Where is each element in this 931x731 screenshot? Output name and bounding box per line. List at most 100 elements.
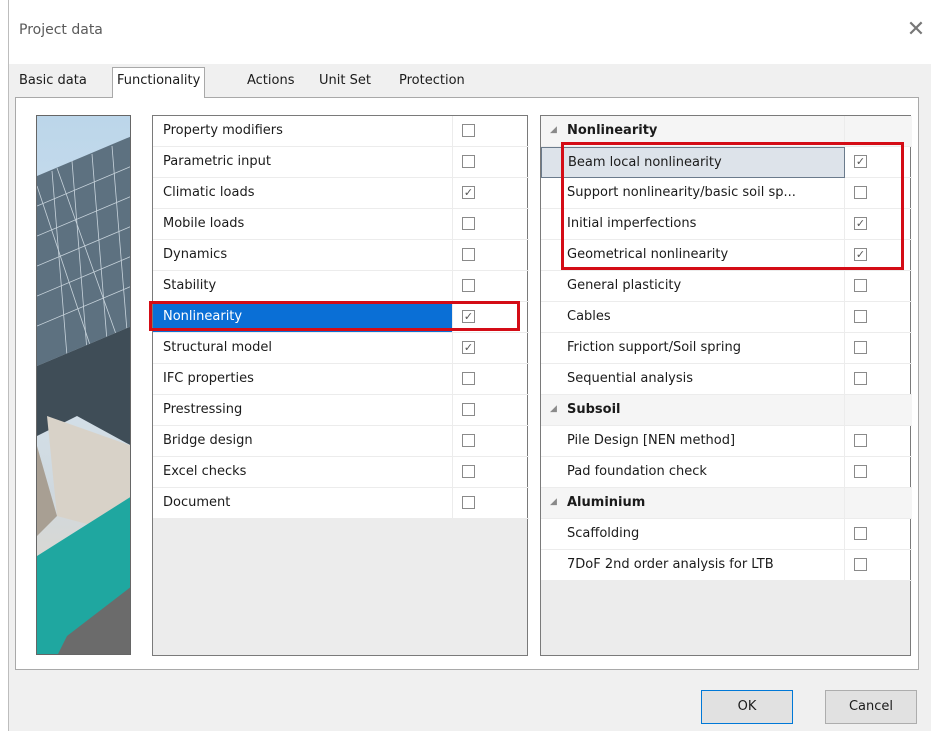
checkbox-cell <box>845 426 912 457</box>
checkbox[interactable]: ✓ <box>854 248 867 261</box>
group-header[interactable]: Subsoil ◢ <box>541 395 912 426</box>
checkbox-cell <box>453 271 529 302</box>
title-bar: Project data ✕ <box>9 0 931 64</box>
list-item[interactable]: Bridge design <box>153 426 529 457</box>
checkbox-cell <box>453 364 529 395</box>
checkbox-cell: ✓ <box>845 147 912 178</box>
project-data-dialog: Project data ✕ Basic data Functionality … <box>8 0 931 731</box>
collapse-caret-icon[interactable]: ◢ <box>550 404 557 414</box>
tab-protection[interactable]: Protection <box>395 68 469 96</box>
close-icon[interactable]: ✕ <box>902 16 930 44</box>
item-label: Sequential analysis <box>541 364 845 395</box>
item-label: Initial imperfections <box>541 209 845 240</box>
checkbox[interactable] <box>854 465 867 478</box>
list-item[interactable]: Document <box>153 488 529 519</box>
checkbox[interactable] <box>854 310 867 323</box>
tab-basic-data[interactable]: Basic data <box>15 68 91 96</box>
tab-functionality[interactable]: Functionality <box>112 67 206 98</box>
checkbox[interactable]: ✓ <box>462 341 475 354</box>
checkbox[interactable] <box>854 279 867 292</box>
list-item[interactable]: Nonlinearity ✓ <box>153 302 529 333</box>
list-item[interactable]: Stability <box>153 271 529 302</box>
checkbox-cell <box>453 147 529 178</box>
checkbox[interactable] <box>854 341 867 354</box>
item-label: Nonlinearity <box>153 302 453 333</box>
item-label: Stability <box>153 271 453 302</box>
list-item[interactable]: Mobile loads <box>153 209 529 240</box>
functionality-tab-page: Property modifiers Parametric input Climat… <box>15 97 919 670</box>
collapse-caret-icon[interactable]: ◢ <box>550 497 557 507</box>
tab-unit-set[interactable]: Unit Set <box>315 68 375 96</box>
item-label: General plasticity <box>541 271 845 302</box>
checkbox-cell <box>845 302 912 333</box>
list-item[interactable]: Sequential analysis <box>541 364 912 395</box>
checkbox[interactable] <box>854 434 867 447</box>
list-item[interactable]: Parametric input <box>153 147 529 178</box>
item-label: Pile Design [NEN method] <box>541 426 845 457</box>
checkbox[interactable] <box>462 465 475 478</box>
group-header[interactable]: Nonlinearity ◢ <box>541 116 912 147</box>
list-item[interactable]: Structural model ✓ <box>153 333 529 364</box>
list-item[interactable]: Geometrical nonlinearity ✓ <box>541 240 912 271</box>
item-label: Pad foundation check <box>541 457 845 488</box>
checkbox-cell: ✓ <box>845 209 912 240</box>
checkbox-cell <box>453 426 529 457</box>
list-item[interactable]: Friction support/Soil spring <box>541 333 912 364</box>
checkbox-cell <box>453 488 529 519</box>
checkbox[interactable] <box>462 279 475 292</box>
checkbox[interactable] <box>462 372 475 385</box>
checkbox[interactable]: ✓ <box>854 217 867 230</box>
list-item[interactable]: Support nonlinearity/basic soil sp... <box>541 178 912 209</box>
list-item[interactable]: Property modifiers <box>153 116 529 147</box>
group-header[interactable]: Aluminium ◢ <box>541 488 912 519</box>
checkbox-cell <box>845 116 912 147</box>
checkbox[interactable]: ✓ <box>462 310 475 323</box>
list-item[interactable]: Excel checks <box>153 457 529 488</box>
checkbox-cell <box>453 209 529 240</box>
list-empty-area <box>153 519 527 655</box>
ok-button[interactable]: OK <box>701 690 793 724</box>
collapse-caret-icon[interactable]: ◢ <box>550 125 557 135</box>
checkbox[interactable] <box>462 248 475 261</box>
list-item[interactable]: Pile Design [NEN method] <box>541 426 912 457</box>
item-label: Property modifiers <box>153 116 453 147</box>
list-item[interactable]: Dynamics <box>153 240 529 271</box>
checkbox[interactable] <box>462 434 475 447</box>
checkbox[interactable] <box>462 496 475 509</box>
list-item[interactable]: Cables <box>541 302 912 333</box>
checkbox[interactable]: ✓ <box>462 186 475 199</box>
checkbox[interactable] <box>854 558 867 571</box>
checkbox-cell <box>845 519 912 550</box>
list-item[interactable]: Pad foundation check <box>541 457 912 488</box>
list-item[interactable]: 7DoF 2nd order analysis for LTB <box>541 550 912 581</box>
item-label: Beam local nonlinearity <box>541 147 845 178</box>
checkbox[interactable] <box>854 186 867 199</box>
checkbox[interactable] <box>462 403 475 416</box>
checkbox[interactable] <box>462 155 475 168</box>
checkbox[interactable] <box>462 124 475 137</box>
checkbox-cell <box>845 395 912 426</box>
list-item[interactable]: Scaffolding <box>541 519 912 550</box>
list-item[interactable]: General plasticity <box>541 271 912 302</box>
list-item[interactable]: Beam local nonlinearity ✓ <box>541 147 912 178</box>
checkbox[interactable]: ✓ <box>854 155 867 168</box>
item-label: Prestressing <box>153 395 453 426</box>
list-item[interactable]: Initial imperfections ✓ <box>541 209 912 240</box>
tab-actions[interactable]: Actions <box>243 68 299 96</box>
functionality-list: Property modifiers Parametric input Climat… <box>152 115 529 656</box>
item-label: Bridge design <box>153 426 453 457</box>
nonlinearity-options-list: Nonlinearity ◢ Beam local nonlinearity ✓ Sup… <box>540 115 912 656</box>
item-label: Excel checks <box>153 457 453 488</box>
list-item[interactable]: Climatic loads ✓ <box>153 178 529 209</box>
list-item[interactable]: Prestressing <box>153 395 529 426</box>
cancel-button[interactable]: Cancel <box>825 690 917 724</box>
checkbox[interactable] <box>854 527 867 540</box>
checkbox-cell: ✓ <box>453 302 529 333</box>
dialog-title: Project data <box>19 22 103 38</box>
item-label: Structural model <box>153 333 453 364</box>
item-label: Climatic loads <box>153 178 453 209</box>
checkbox[interactable] <box>854 372 867 385</box>
item-label: IFC properties <box>153 364 453 395</box>
checkbox[interactable] <box>462 217 475 230</box>
list-item[interactable]: IFC properties <box>153 364 529 395</box>
